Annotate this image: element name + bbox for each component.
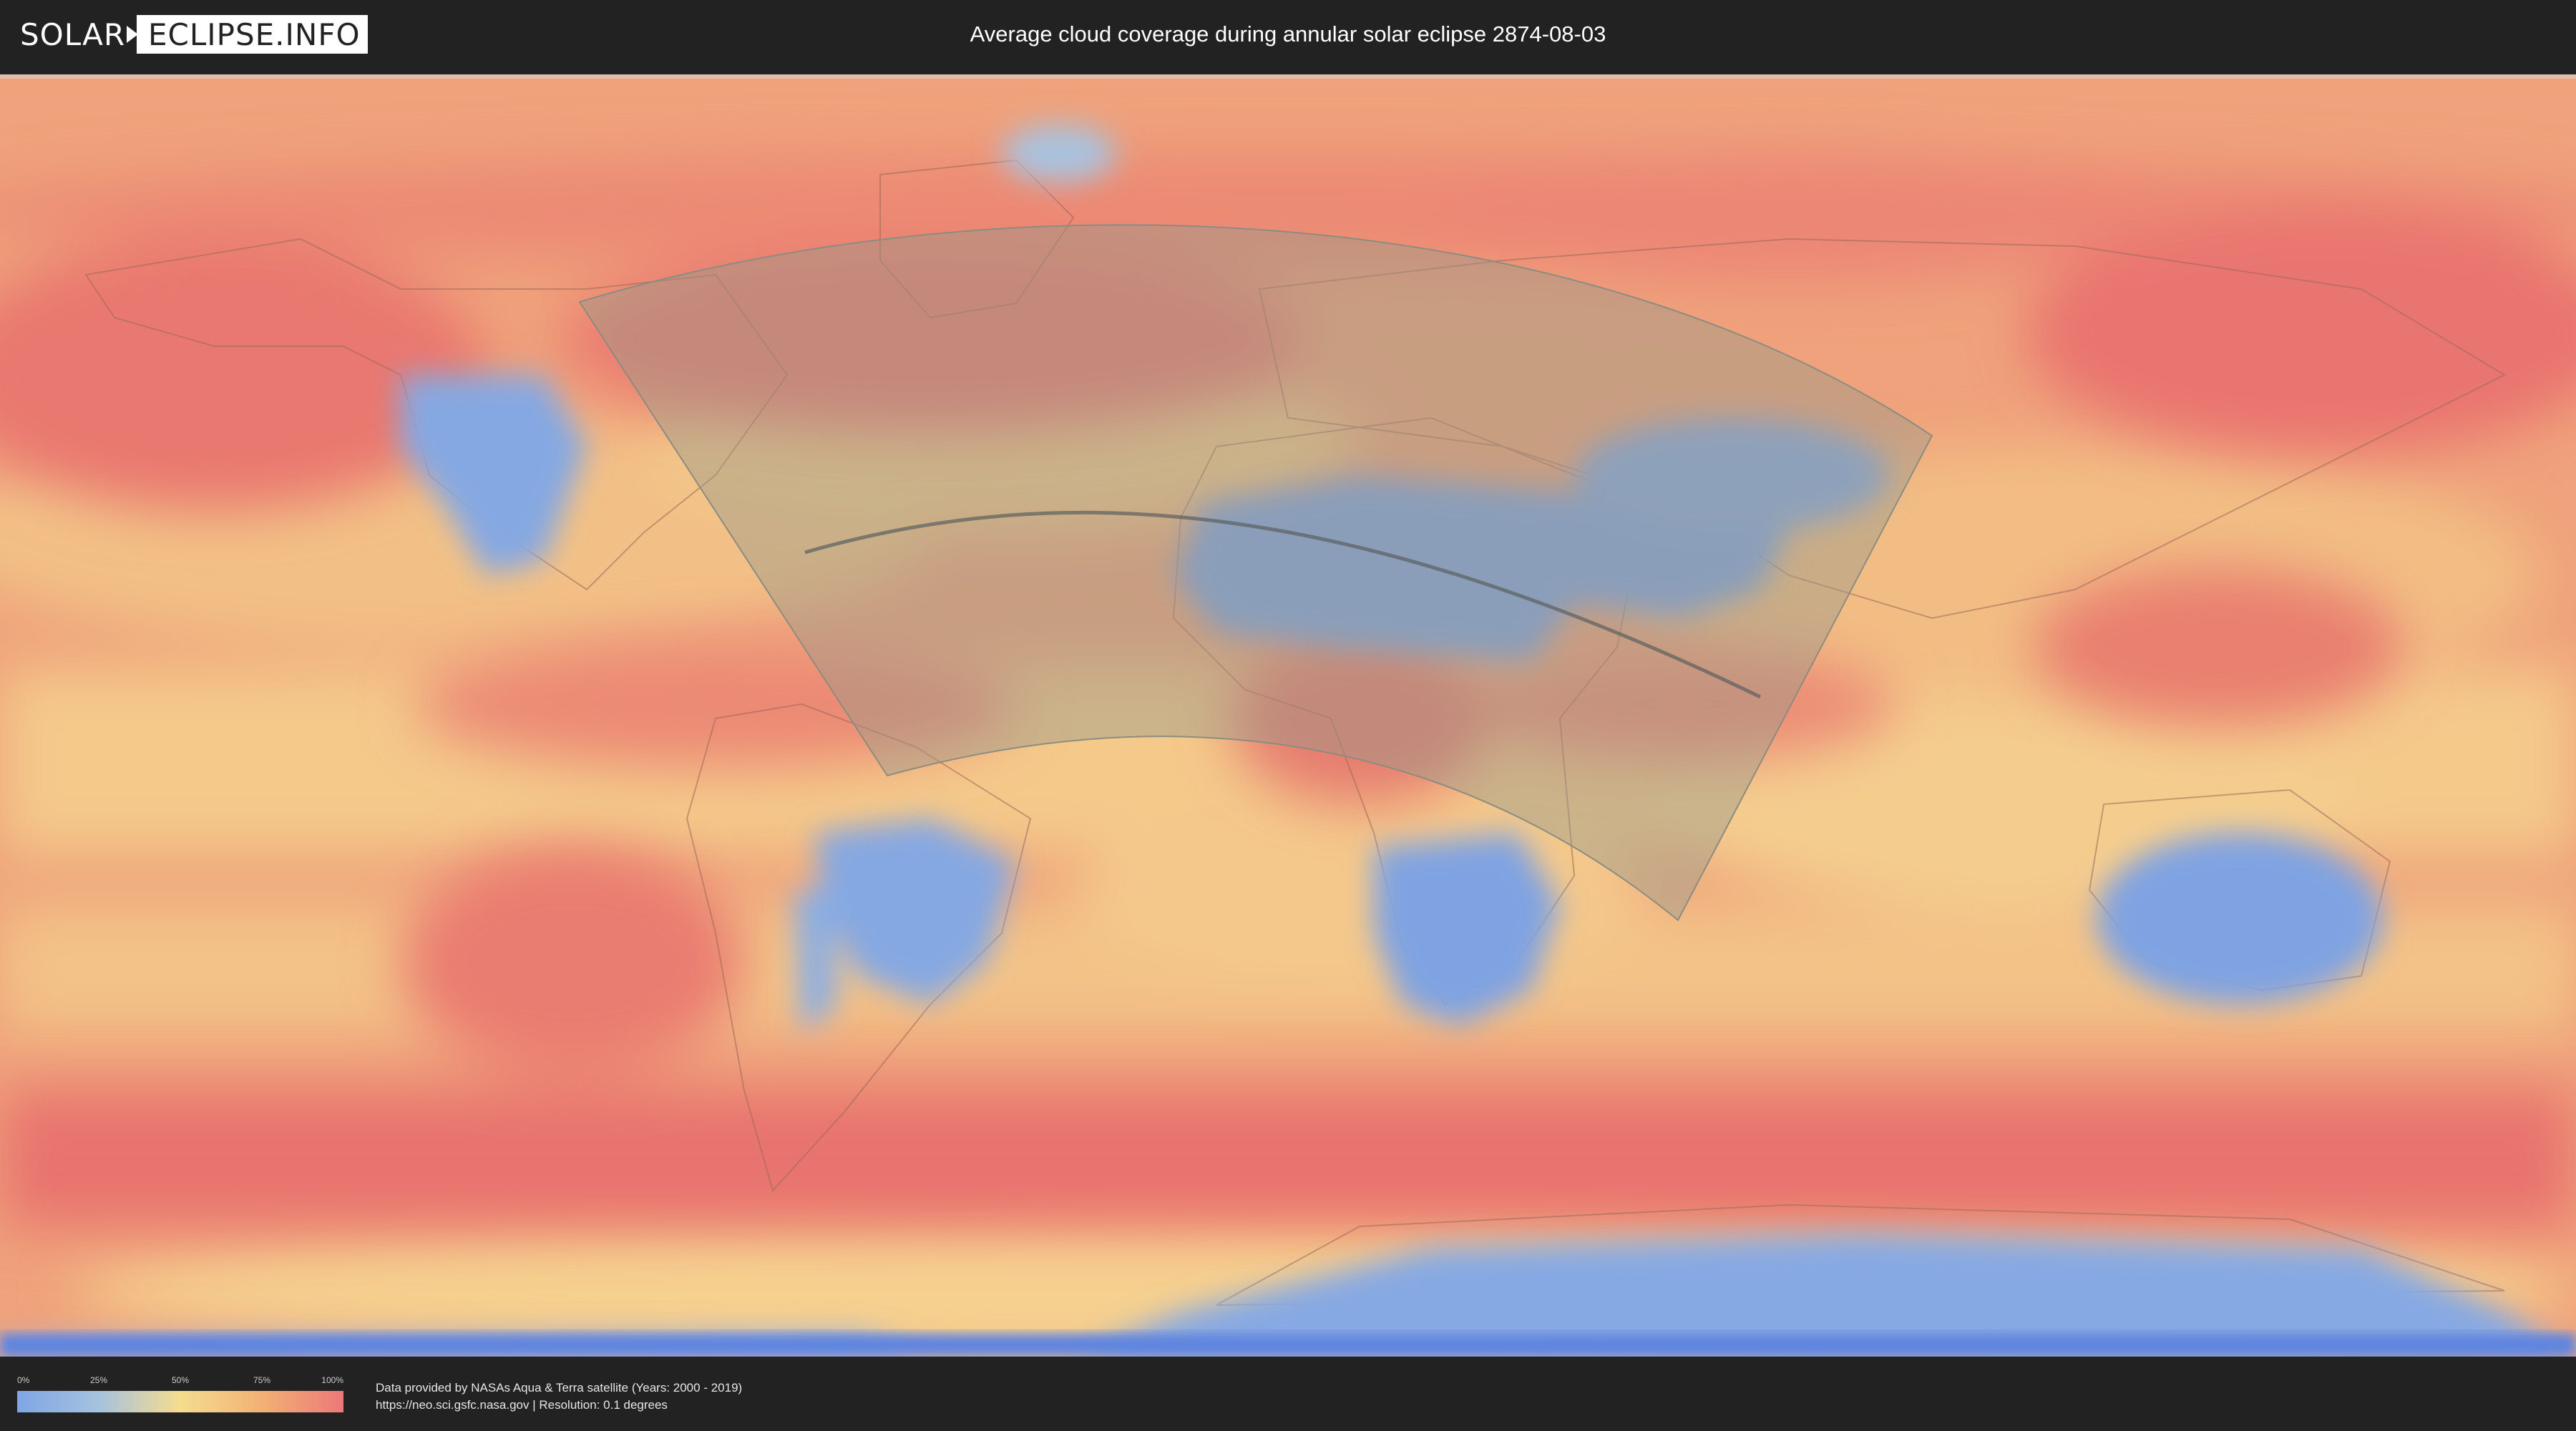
antarctic-coast <box>0 1334 2576 1357</box>
map-top-edge <box>0 74 2576 79</box>
legend-ticks: 0% 25% 50% 75% 100% <box>17 1375 343 1387</box>
legend-tick: 75% <box>253 1375 271 1385</box>
cloud-legend: 0% 25% 50% 75% 100% <box>17 1375 343 1415</box>
legend-color-bar <box>17 1391 343 1412</box>
header-bar: SOLAR ECLIPSE.INFO Average cloud coverag… <box>0 0 2576 72</box>
data-credits: Data provided by NASAs Aqua & Terra sate… <box>376 1379 742 1414</box>
legend-tick: 50% <box>171 1375 190 1385</box>
credits-source: Data provided by NASAs Aqua & Terra sate… <box>376 1381 743 1395</box>
legend-tick: 0% <box>17 1375 30 1385</box>
cloud-coverage-map[interactable] <box>0 74 2576 1357</box>
legend-tick: 25% <box>89 1375 108 1385</box>
credits-url[interactable]: https://neo.sci.gsfc.nasa.gov | Resoluti… <box>376 1397 742 1414</box>
world-map-svg <box>0 74 2576 1357</box>
legend-tick: 100% <box>321 1375 343 1385</box>
page-title: Average cloud coverage during annular so… <box>970 21 1606 47</box>
logo-arrow-icon <box>127 26 138 43</box>
